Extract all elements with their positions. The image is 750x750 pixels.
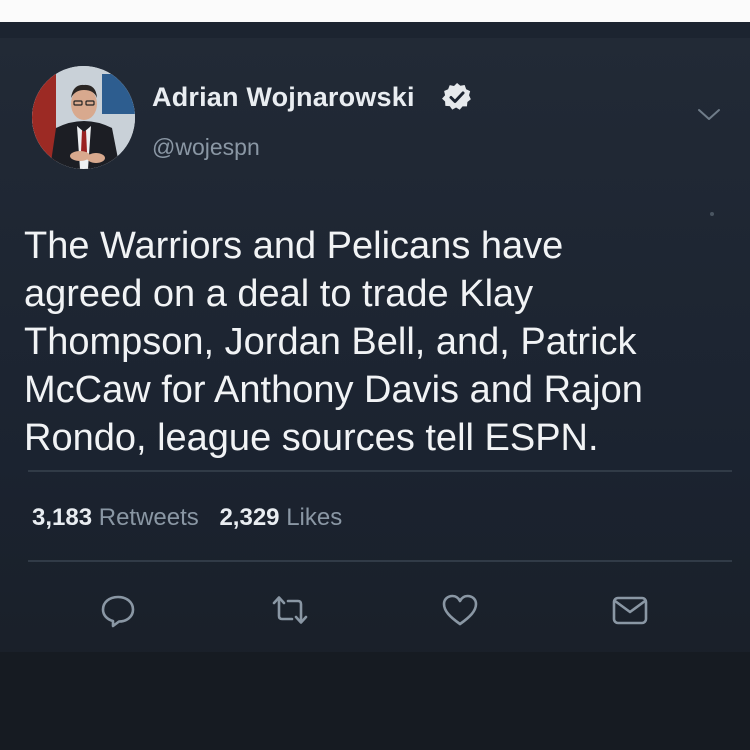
chevron-down-icon[interactable]	[696, 106, 722, 124]
divider	[28, 560, 732, 562]
likes-label[interactable]: Likes	[286, 504, 342, 531]
avatar[interactable]	[32, 66, 135, 169]
header-band	[0, 22, 750, 38]
divider	[28, 470, 732, 472]
retweets-label[interactable]: Retweets	[99, 504, 199, 531]
author-handle[interactable]: @wojespn	[152, 134, 260, 161]
retweet-button[interactable]	[270, 590, 310, 630]
likes-count[interactable]: 2,329	[219, 504, 279, 531]
like-button[interactable]	[440, 590, 480, 630]
dot-mark	[710, 212, 714, 216]
top-strip	[0, 0, 750, 22]
retweet-icon	[272, 596, 308, 624]
message-icon	[612, 596, 648, 625]
message-button[interactable]	[610, 590, 650, 630]
tweet-text: The Warriors and Pelicans have agreed on…	[24, 225, 643, 459]
verified-badge-icon	[442, 82, 471, 110]
like-icon	[442, 594, 478, 626]
retweets-count[interactable]: 3,183	[32, 504, 92, 531]
reply-button[interactable]	[98, 590, 138, 630]
bottom-band	[0, 652, 750, 750]
tweet-card: Adrian Wojnarowski @wojespn The Warriors…	[0, 22, 750, 750]
author-display-name[interactable]: Adrian Wojnarowski	[152, 82, 415, 113]
avatar-image	[32, 66, 135, 169]
reply-icon	[101, 595, 135, 628]
tweet-stats: 3,183 Retweets 2,329 Likes	[32, 504, 342, 532]
